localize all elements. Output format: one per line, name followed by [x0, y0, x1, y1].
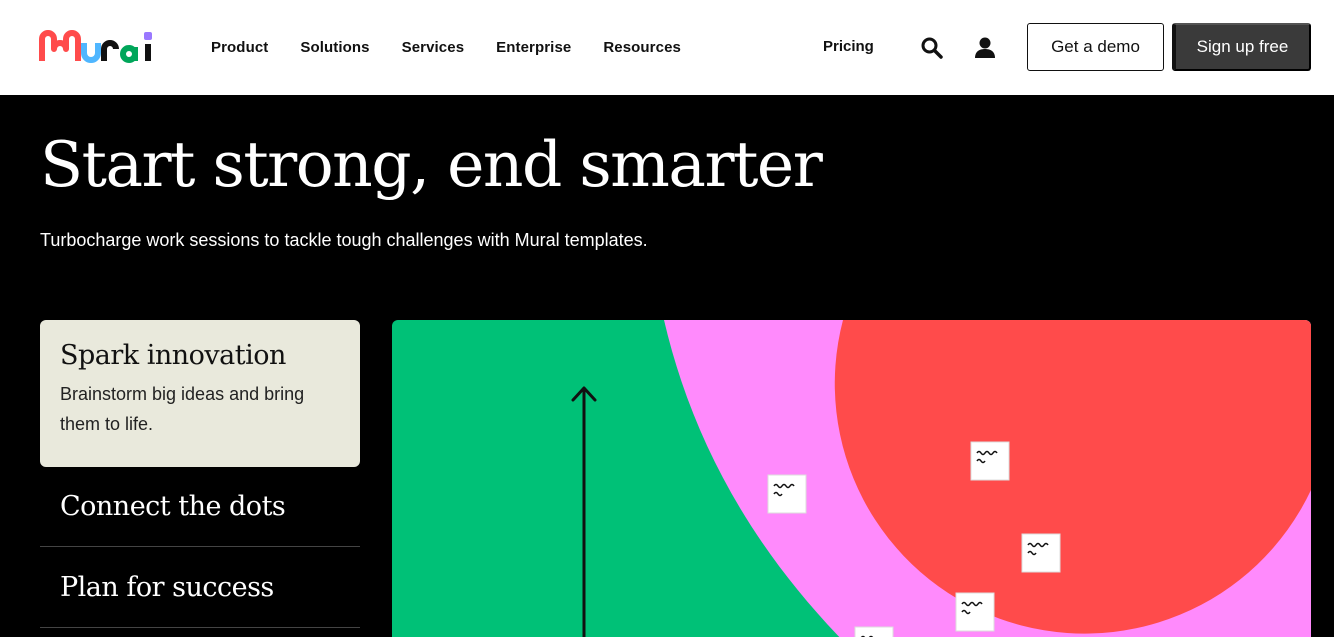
- sticky-note: [1021, 533, 1061, 573]
- use-case-spark-innovation[interactable]: Spark innovation Brainstorm big ideas an…: [40, 320, 360, 467]
- use-case-title: Plan for success: [60, 572, 274, 603]
- nav-enterprise[interactable]: Enterprise: [496, 39, 571, 56]
- use-case-title: Connect the dots: [60, 491, 286, 522]
- user-icon[interactable]: [972, 35, 998, 61]
- mural-logo[interactable]: [38, 27, 158, 67]
- nav-services[interactable]: Services: [402, 39, 465, 56]
- nav-resources[interactable]: Resources: [603, 39, 681, 56]
- nav-pricing[interactable]: Pricing: [823, 38, 874, 55]
- page-subtitle: Turbocharge work sessions to tackle toug…: [40, 230, 648, 250]
- use-case-title: Spark innovation: [60, 340, 286, 371]
- nav-links: Product Solutions Services Enterprise Re…: [211, 0, 713, 95]
- template-illustration: [392, 320, 1311, 637]
- search-icon[interactable]: [919, 35, 945, 61]
- get-demo-button[interactable]: Get a demo: [1027, 23, 1164, 71]
- sticky-note: [970, 441, 1010, 481]
- nav-solutions[interactable]: Solutions: [300, 39, 369, 56]
- page-title: Start strong, end smarter: [40, 128, 823, 201]
- sticky-note: [854, 626, 894, 637]
- sticky-note: [955, 592, 995, 632]
- use-case-connect-the-dots[interactable]: Connect the dots: [40, 467, 360, 547]
- use-case-plan-for-success[interactable]: Plan for success: [40, 548, 360, 628]
- use-case-more[interactable]: [40, 629, 360, 637]
- sticky-note: [767, 474, 807, 514]
- nav-product[interactable]: Product: [211, 39, 268, 56]
- illustration-graphic: [571, 320, 1311, 637]
- use-case-description: Brainstorm big ideas and bring them to l…: [60, 384, 305, 434]
- sign-up-button[interactable]: Sign up free: [1172, 23, 1311, 71]
- top-nav: Product Solutions Services Enterprise Re…: [0, 0, 1334, 95]
